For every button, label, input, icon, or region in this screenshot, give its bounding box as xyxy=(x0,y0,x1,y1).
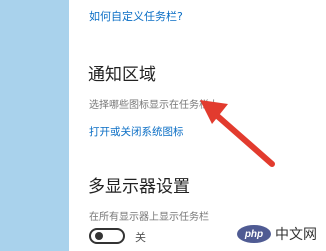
toggle-knob xyxy=(95,232,103,240)
toggle-state-label: 关 xyxy=(135,231,146,244)
system-icons-link[interactable]: 打开或关闭系统图标 xyxy=(89,124,184,139)
taskbar-settings-content: 如何自定义任务栏? 通知区域 选择哪些图标显示在任务栏上 打开或关闭系统图标 多… xyxy=(69,0,326,251)
show-taskbar-all-displays-label: 在所有显示器上显示任务栏 xyxy=(89,212,209,223)
left-navigation-pane xyxy=(0,0,69,251)
php-logo-icon: php xyxy=(237,225,271,243)
multi-display-heading: 多显示器设置 xyxy=(88,177,190,197)
php-watermark: php 中文网 xyxy=(234,223,320,245)
notification-area-heading: 通知区域 xyxy=(88,65,156,85)
customize-taskbar-link[interactable]: 如何自定义任务栏? xyxy=(89,8,183,24)
watermark-site-text: 中文网 xyxy=(275,227,317,243)
show-taskbar-all-displays-toggle[interactable] xyxy=(89,228,125,244)
select-icons-link[interactable]: 选择哪些图标显示在任务栏上 xyxy=(89,96,219,111)
